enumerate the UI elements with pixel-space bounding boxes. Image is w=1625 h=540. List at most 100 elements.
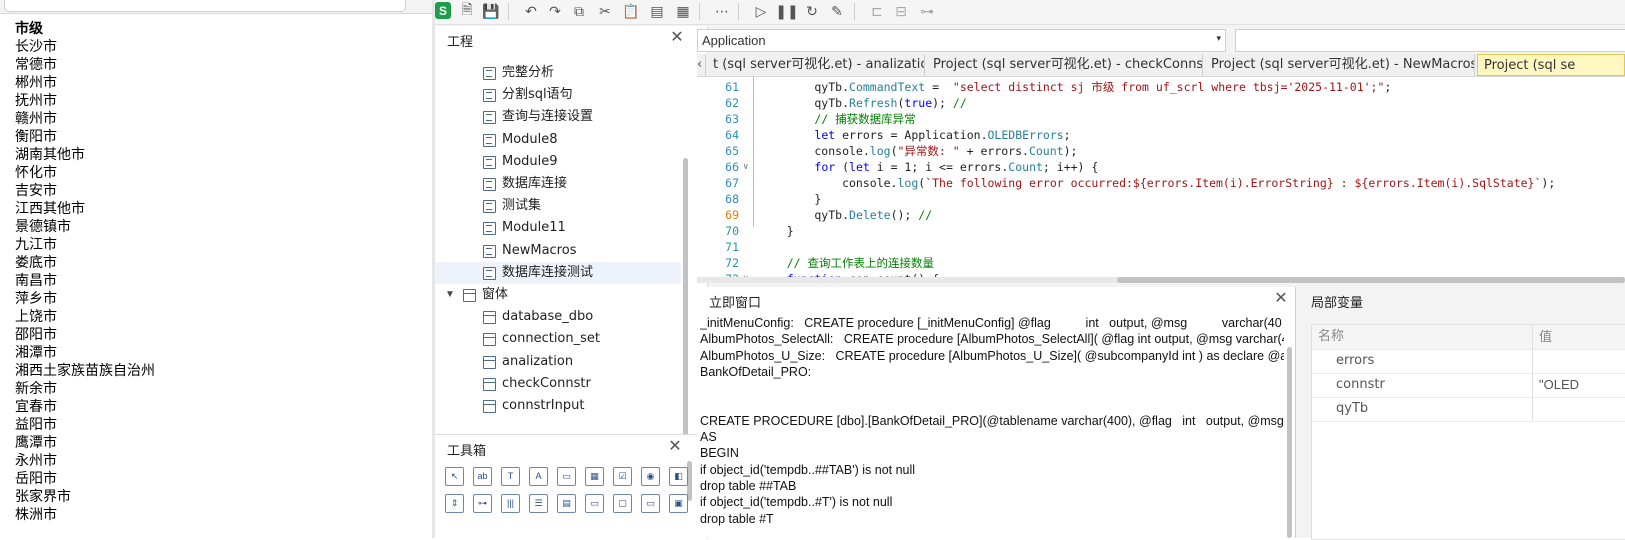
- distribute-icon[interactable]: ⊶: [917, 1, 937, 21]
- tree-item-form[interactable]: connSet: [435, 417, 681, 420]
- object-combobox[interactable]: Application ▾: [697, 29, 1226, 52]
- tree-item-module[interactable]: 数据库连接测试: [435, 261, 681, 284]
- immediate-scrollbar[interactable]: [1287, 347, 1292, 538]
- scroll-h-icon[interactable]: ⊶: [473, 494, 492, 513]
- city-cell[interactable]: 常德市: [15, 56, 155, 74]
- tree-item-form[interactable]: checkConnstr: [435, 373, 681, 395]
- code-line[interactable]: 67 console.log(`The following error occu…: [697, 175, 1625, 191]
- locals-row[interactable]: connstr "OLED: [1312, 373, 1625, 398]
- city-cell[interactable]: 南昌市: [15, 272, 155, 290]
- align-left-icon[interactable]: ⊏: [867, 1, 887, 21]
- locals-row[interactable]: errors: [1312, 349, 1625, 374]
- undo-icon[interactable]: ↶: [521, 1, 541, 21]
- city-cell[interactable]: 湖南其他市: [15, 146, 155, 164]
- tabstrip-icon[interactable]: ▭: [641, 494, 660, 513]
- close-icon[interactable]: ✕: [667, 438, 683, 456]
- chevron-down-icon[interactable]: ▾: [1216, 33, 1221, 44]
- multipage-icon[interactable]: ▣: [669, 494, 688, 513]
- tree-item-module[interactable]: 分割sql语句: [435, 84, 681, 106]
- run-icon[interactable]: ▷: [751, 1, 771, 21]
- uncomment-icon[interactable]: ▦: [673, 1, 693, 21]
- code-line[interactable]: 70 }: [697, 223, 1625, 239]
- code-line[interactable]: 68 }: [697, 191, 1625, 207]
- code-editor[interactable]: 61 qyTb.CommandText = "select distinct s…: [697, 77, 1625, 282]
- city-cell[interactable]: 鹰潭市: [15, 434, 155, 452]
- editor-horizontal-scrollbar[interactable]: [697, 277, 1625, 283]
- city-cell[interactable]: 景德镇市: [15, 218, 155, 236]
- code-line[interactable]: 66 ∨ for (let i = 1; i <= errors.Count; i…: [697, 159, 1625, 175]
- city-cell[interactable]: 张家界市: [15, 488, 155, 506]
- city-cell[interactable]: 衡阳市: [15, 128, 155, 146]
- tree-item-module[interactable]: 数据库连接: [435, 173, 681, 195]
- city-cell[interactable]: 吉安市: [15, 182, 155, 200]
- save-icon[interactable]: 💾: [481, 1, 501, 21]
- city-cell[interactable]: 郴州市: [15, 74, 155, 92]
- chevron-left-icon[interactable]: ‹: [697, 54, 706, 76]
- city-cell[interactable]: 株洲市: [15, 506, 155, 524]
- city-cell[interactable]: 江西其他市: [15, 200, 155, 218]
- combo-icon[interactable]: ▤: [557, 494, 576, 513]
- tree-item-module[interactable]: Module11: [435, 217, 681, 239]
- toggle-icon[interactable]: ◧: [669, 467, 688, 486]
- code-line[interactable]: 71: [697, 239, 1625, 255]
- label-icon[interactable]: ▭: [585, 494, 604, 513]
- insert-module-icon[interactable]: 🗎: [457, 1, 477, 21]
- tree-folder-forms[interactable]: ▼ 窗体: [435, 284, 681, 306]
- city-cell[interactable]: 宜春市: [15, 398, 155, 416]
- radio-icon[interactable]: ◉: [641, 467, 660, 486]
- T-icon[interactable]: T: [501, 467, 520, 486]
- scrollbar-thumb[interactable]: [1117, 277, 1625, 283]
- procedure-combobox[interactable]: [1235, 29, 1625, 52]
- city-cell[interactable]: 娄底市: [15, 254, 155, 272]
- tab-1[interactable]: Project (sql server可视化.et) - checkConnst…: [927, 54, 1203, 76]
- city-cell[interactable]: 湘潭市: [15, 344, 155, 362]
- column-header[interactable]: 市级: [15, 20, 155, 38]
- A-icon[interactable]: A: [529, 467, 548, 486]
- city-cell[interactable]: 益阳市: [15, 416, 155, 434]
- code-line[interactable]: 64 let errors = Application.OLEDBErrors;: [697, 127, 1625, 143]
- scroll-v-icon[interactable]: |||: [501, 494, 520, 513]
- city-cell[interactable]: 湘西土家族苗族自治州: [15, 362, 155, 380]
- formula-field[interactable]: [4, 0, 406, 12]
- compile-icon[interactable]: ⋯: [712, 1, 732, 21]
- cut-icon[interactable]: ✂: [595, 1, 615, 21]
- listbox-icon[interactable]: ☰: [529, 494, 548, 513]
- tree-item-form[interactable]: connection_set: [435, 328, 681, 350]
- tree-item-form[interactable]: database_dbo: [435, 306, 681, 328]
- tree-item-module[interactable]: NewMacros: [435, 240, 681, 262]
- grid-icon[interactable]: ▦: [585, 467, 604, 486]
- image-icon[interactable]: ▢: [613, 494, 632, 513]
- wps-s-icon[interactable]: S: [435, 2, 451, 19]
- code-line[interactable]: 62 qyTb.Refresh(true); //: [697, 95, 1625, 111]
- reset-icon[interactable]: ↻: [802, 1, 822, 21]
- pause-icon[interactable]: ❚❚: [775, 1, 798, 21]
- tab-2[interactable]: Project (sql server可视化.et) - NewMacros: [1205, 54, 1475, 76]
- code-line[interactable]: 63 // 捕获数据库异常: [697, 111, 1625, 127]
- city-cell[interactable]: 九江市: [15, 236, 155, 254]
- close-icon[interactable]: ✕: [1273, 290, 1289, 308]
- city-cell[interactable]: 长沙市: [15, 38, 155, 56]
- comment-icon[interactable]: ▤: [647, 1, 667, 21]
- city-cell[interactable]: 岳阳市: [15, 470, 155, 488]
- project-scrollbar[interactable]: [683, 158, 688, 458]
- code-line[interactable]: 72 // 查询工作表上的连接数量: [697, 255, 1625, 271]
- check-icon[interactable]: ☑: [613, 467, 632, 486]
- tab-0[interactable]: t (sql server可视化.et) - analization: [707, 54, 925, 76]
- code-line[interactable]: 69 qyTb.Delete(); //: [697, 207, 1625, 223]
- close-icon[interactable]: ✕: [669, 29, 685, 47]
- pointer-icon[interactable]: ↖: [445, 467, 464, 486]
- immediate-output[interactable]: _initMenuConfig: CREATE procedure [_init…: [700, 315, 1284, 538]
- tree-item-module[interactable]: 完整分析: [435, 62, 681, 84]
- redo-icon[interactable]: ↷: [545, 1, 565, 21]
- city-cell[interactable]: 萍乡市: [15, 290, 155, 308]
- tab-3[interactable]: Project (sql se: [1477, 54, 1625, 76]
- city-cell[interactable]: 抚州市: [15, 92, 155, 110]
- city-cell[interactable]: 上饶市: [15, 308, 155, 326]
- copy-icon[interactable]: ⧉: [569, 1, 589, 21]
- abl-icon[interactable]: ab: [473, 467, 492, 486]
- tree-item-module[interactable]: 查询与连接设置: [435, 106, 681, 128]
- align-center-icon[interactable]: ⊟: [891, 1, 911, 21]
- design-mode-icon[interactable]: ✎: [827, 1, 847, 21]
- paste-icon[interactable]: 📋: [621, 1, 641, 21]
- tree-item-form[interactable]: connstrInput: [435, 395, 681, 417]
